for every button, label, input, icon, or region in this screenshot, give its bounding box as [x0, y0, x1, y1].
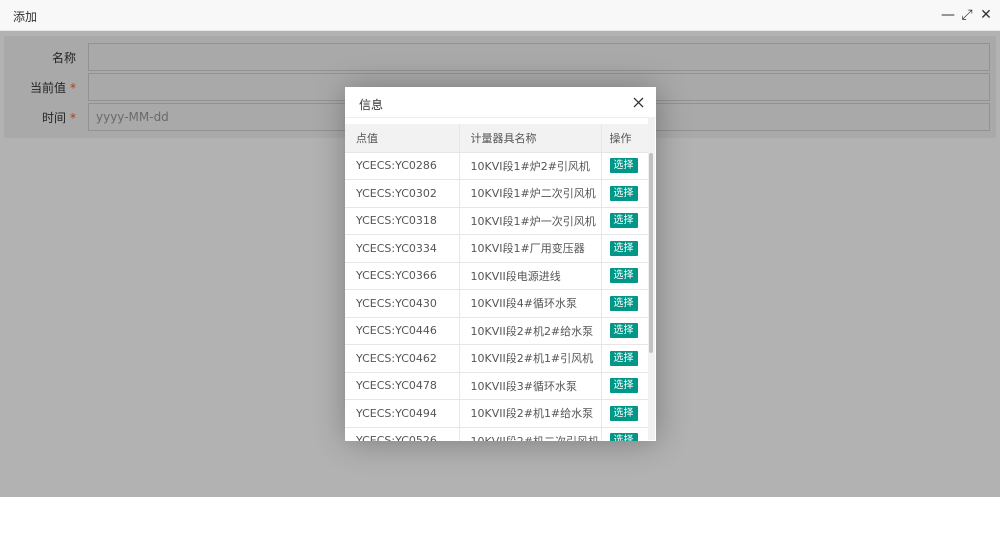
- name-cell: 10KVI段1#炉一次引风机: [459, 207, 602, 235]
- column-header-action: 操作: [601, 124, 648, 153]
- point-cell: YCECS:YC0302: [345, 179, 460, 208]
- window-titlebar: 添加 — ⤢ ✕: [0, 0, 1000, 31]
- select-button[interactable]: 选择: [609, 158, 638, 174]
- select-button[interactable]: 选择: [609, 323, 638, 339]
- action-cell: 选择: [601, 152, 648, 180]
- point-cell: YCECS:YC0318: [345, 207, 460, 235]
- point-cell: YCECS:YC0430: [345, 289, 460, 318]
- point-cell: YCECS:YC0446: [345, 317, 460, 345]
- point-cell: YCECS:YC0286: [345, 152, 460, 180]
- select-button[interactable]: 选择: [609, 405, 638, 421]
- table-row[interactable]: YCECS:YC0302 10KVI段1#炉二次引风机 选择: [345, 179, 648, 208]
- window-title: 添加: [13, 10, 38, 24]
- table-row[interactable]: YCECS:YC0430 10KVII段4#循环水泵 选择: [345, 289, 648, 318]
- point-cell: YCECS:YC0334: [345, 234, 460, 263]
- dialog-close-icon[interactable]: [633, 97, 644, 108]
- point-table: 点值 计量器具名称 操作 YCECS:YC0286 10KVI段1#炉2#引风机选…: [345, 124, 648, 441]
- name-cell: 10KVII段电源进线: [459, 262, 602, 290]
- table-row[interactable]: YCECS:YC0366 10KVII段电源进线 选择: [345, 262, 648, 290]
- point-cell: YCECS:YC0526: [345, 427, 460, 441]
- name-cell: 10KVII段2#机1#引风机: [459, 344, 602, 373]
- name-cell: 10KVII段2#机2#给水泵: [459, 317, 602, 345]
- table-row[interactable]: YCECS:YC0334 10KVI段1#厂用变压器 选择: [345, 234, 648, 263]
- action-cell: 选择: [601, 344, 648, 373]
- column-header-name: 计量器具名称: [459, 124, 602, 153]
- maximize-icon[interactable]: ⤢: [960, 8, 974, 22]
- point-table-wrap: 点值 计量器具名称 操作 YCECS:YC0286 10KVI段1#炉2#引风机选…: [345, 124, 648, 441]
- name-cell: 10KVII段2#机二次引风机: [459, 427, 602, 441]
- table-row[interactable]: YCECS:YC0286 10KVI段1#炉2#引风机 选择: [345, 152, 648, 180]
- table-row[interactable]: YCECS:YC0462 10KVII段2#机1#引风机 选择: [345, 344, 648, 373]
- dialog-scrollbar[interactable]: [648, 117, 655, 440]
- dialog-header: 信息: [345, 87, 656, 118]
- action-cell: 选择: [601, 399, 648, 428]
- action-cell: 选择: [601, 207, 648, 235]
- table-row[interactable]: YCECS:YC0318 10KVI段1#炉一次引风机 选择: [345, 207, 648, 235]
- action-cell: 选择: [601, 262, 648, 290]
- select-button[interactable]: 选择: [609, 240, 638, 256]
- table-row[interactable]: YCECS:YC0494 10KVII段2#机1#给水泵 选择: [345, 399, 648, 428]
- name-cell: 10KVII段2#机1#给水泵: [459, 399, 602, 428]
- select-button[interactable]: 选择: [609, 350, 638, 366]
- point-cell: YCECS:YC0366: [345, 262, 460, 290]
- point-cell: YCECS:YC0478: [345, 372, 460, 400]
- scrollbar-thumb[interactable]: [649, 153, 653, 353]
- action-cell: 选择: [601, 317, 648, 345]
- select-button[interactable]: 选择: [609, 268, 638, 284]
- info-dialog: 信息 点值 计量器具名称 操作 YCECS:YC0286 10KVI段1#炉2#引…: [345, 87, 656, 441]
- select-button[interactable]: 选择: [609, 378, 638, 394]
- close-icon[interactable]: ✕: [979, 8, 993, 22]
- select-button[interactable]: 选择: [609, 433, 638, 441]
- point-cell: YCECS:YC0494: [345, 399, 460, 428]
- table-row[interactable]: YCECS:YC052610KVII段2#机二次引风机选择: [345, 427, 648, 441]
- name-cell: 10KVI段1#厂用变压器: [459, 234, 602, 263]
- name-cell: 10KVII段3#循环水泵: [459, 372, 602, 400]
- select-button[interactable]: 选择: [609, 185, 638, 201]
- action-cell: 选择: [601, 289, 648, 318]
- table-header-row: 点值 计量器具名称 操作: [345, 124, 648, 153]
- name-cell: 10KVI段1#炉2#引风机: [459, 152, 602, 180]
- table-row[interactable]: YCECS:YC0478 10KVII段3#循环水泵 选择: [345, 372, 648, 400]
- dialog-title: 信息: [359, 98, 384, 112]
- name-cell: 10KVII段4#循环水泵: [459, 289, 602, 318]
- select-button[interactable]: 选择: [609, 295, 638, 311]
- point-cell: YCECS:YC0462: [345, 344, 460, 373]
- minimize-icon[interactable]: —: [941, 8, 955, 22]
- name-cell: 10KVI段1#炉二次引风机: [459, 179, 602, 208]
- action-cell: 选择: [601, 372, 648, 400]
- table-row[interactable]: YCECS:YC0446 10KVII段2#机2#给水泵 选择: [345, 317, 648, 345]
- action-cell: 选择: [601, 179, 648, 208]
- column-header-point: 点值: [345, 124, 460, 153]
- action-cell: 选择: [601, 234, 648, 263]
- select-button[interactable]: 选择: [609, 213, 638, 229]
- action-cell: 选择: [601, 427, 648, 441]
